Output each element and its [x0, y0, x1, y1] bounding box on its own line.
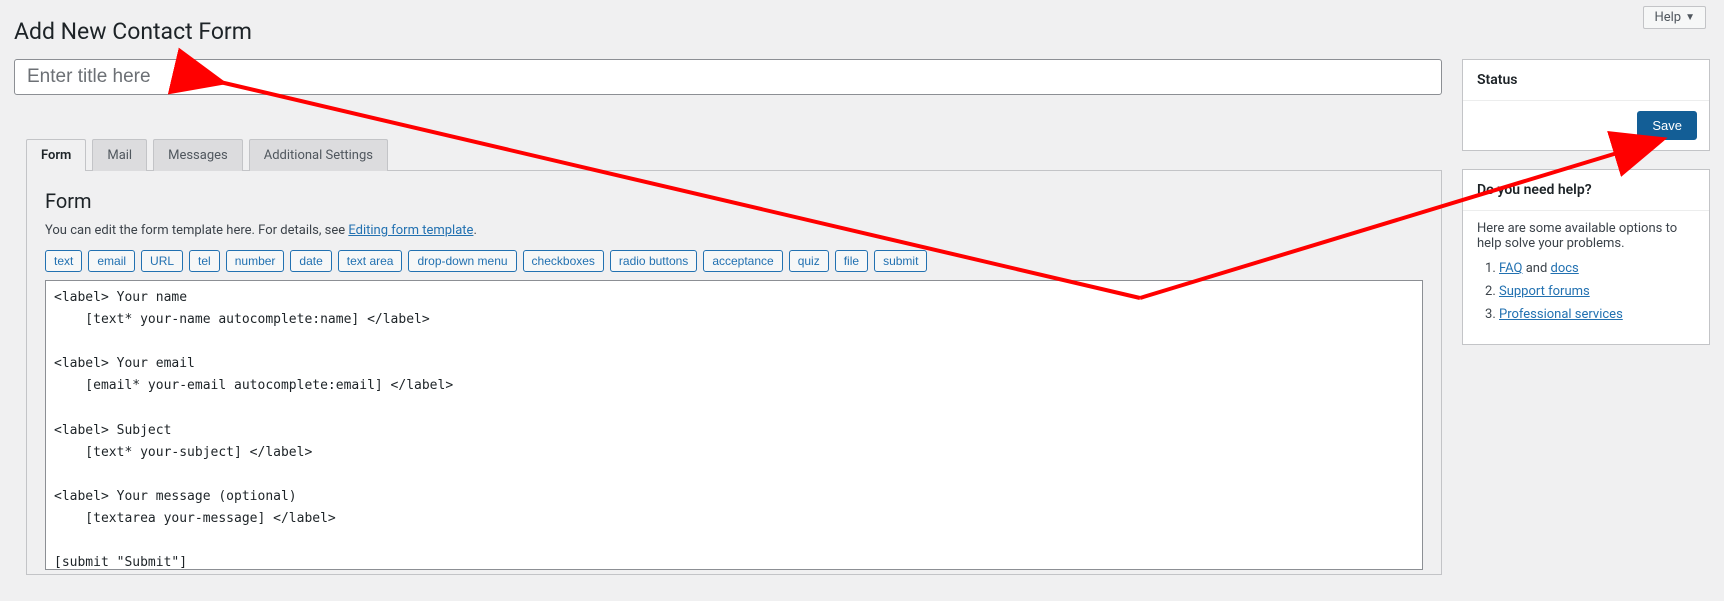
- save-button[interactable]: Save: [1637, 111, 1697, 140]
- editing-template-link[interactable]: Editing form template: [348, 223, 473, 238]
- tag-radio-button[interactable]: radio buttons: [610, 250, 697, 272]
- help-label: Help: [1654, 10, 1681, 25]
- tag-date-button[interactable]: date: [290, 250, 331, 272]
- title-input[interactable]: [14, 59, 1442, 95]
- page-title: Add New Contact Form: [0, 0, 1724, 59]
- docs-link[interactable]: docs: [1551, 261, 1579, 276]
- help-item-faq: FAQ and docs: [1499, 261, 1695, 276]
- help-intro: Here are some available options to help …: [1477, 221, 1695, 251]
- tab-messages[interactable]: Messages: [153, 139, 243, 171]
- support-forums-link[interactable]: Support forums: [1499, 284, 1590, 299]
- tag-number-button[interactable]: number: [226, 250, 285, 272]
- faq-link[interactable]: FAQ: [1499, 261, 1522, 276]
- professional-services-link[interactable]: Professional services: [1499, 307, 1623, 322]
- help-item-pro: Professional services: [1499, 307, 1695, 322]
- form-panel: Form You can edit the form template here…: [26, 170, 1442, 575]
- form-template-textarea[interactable]: [45, 280, 1423, 570]
- form-panel-desc: You can edit the form template here. For…: [45, 223, 1423, 238]
- tag-tel-button[interactable]: tel: [189, 250, 220, 272]
- tab-bar: Form Mail Messages Additional Settings: [14, 139, 1442, 171]
- tag-quiz-button[interactable]: quiz: [789, 250, 829, 272]
- tag-textarea-button[interactable]: text area: [338, 250, 403, 272]
- tab-additional-settings[interactable]: Additional Settings: [249, 139, 388, 171]
- tab-form[interactable]: Form: [26, 139, 86, 171]
- tag-generator-row: text email URL tel number date text area…: [45, 250, 1423, 272]
- tag-checkboxes-button[interactable]: checkboxes: [523, 250, 604, 272]
- status-box: Status Save: [1462, 59, 1710, 151]
- tag-file-button[interactable]: file: [835, 250, 868, 272]
- tag-email-button[interactable]: email: [88, 250, 135, 272]
- tag-dropdown-button[interactable]: drop-down menu: [408, 250, 516, 272]
- help-box: Do you need help? Here are some availabl…: [1462, 169, 1710, 345]
- tag-submit-button[interactable]: submit: [874, 250, 927, 272]
- form-panel-heading: Form: [45, 189, 1423, 213]
- help-list: FAQ and docs Support forums Professional…: [1477, 261, 1695, 322]
- help-box-title: Do you need help?: [1463, 170, 1709, 211]
- status-box-title: Status: [1463, 60, 1709, 101]
- tab-mail[interactable]: Mail: [92, 139, 147, 171]
- help-dropdown[interactable]: Help ▼: [1643, 6, 1706, 29]
- help-item-forums: Support forums: [1499, 284, 1695, 299]
- chevron-down-icon: ▼: [1685, 12, 1695, 23]
- tag-url-button[interactable]: URL: [141, 250, 183, 272]
- tag-text-button[interactable]: text: [45, 250, 82, 272]
- tag-acceptance-button[interactable]: acceptance: [703, 250, 782, 272]
